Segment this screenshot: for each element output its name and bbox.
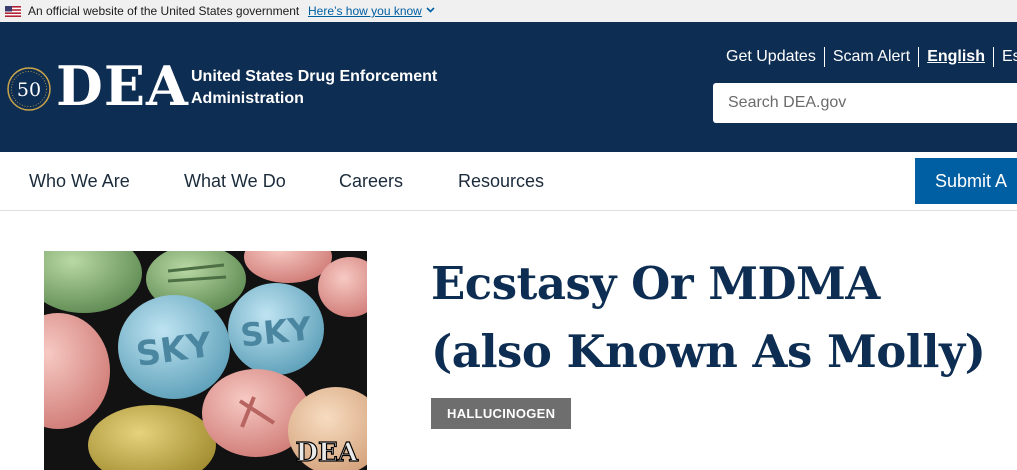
anniversary-seal-icon[interactable]: 50 (6, 66, 52, 112)
chevron-down-icon[interactable] (426, 7, 435, 13)
seal-number: 50 (17, 79, 41, 101)
gov-banner-text: An official website of the United States… (28, 4, 300, 18)
category-tag[interactable]: HALLUCINOGEN (431, 398, 572, 429)
search-input[interactable]: Search DEA.gov (713, 83, 1017, 123)
site-header: 50 DEA United States Drug Enforcement Ad… (0, 22, 1017, 152)
heres-how-you-know-link[interactable]: Here’s how you know (308, 4, 422, 18)
espanol-language-link[interactable]: Es (994, 46, 1017, 68)
page-title: Ecstasy Or MDMA (also Known As Molly) (431, 257, 986, 378)
agency-name[interactable]: United States Drug Enforcement Administr… (191, 66, 451, 110)
utility-links: Get Updates Scam Alert English Es (718, 46, 1017, 68)
main-nav: Who We Are What We Do Careers Resources … (0, 152, 1017, 211)
nav-item-who-we-are[interactable]: Who We Are (29, 171, 130, 192)
nav-item-resources[interactable]: Resources (458, 171, 544, 192)
dea-logo[interactable]: DEA (56, 54, 189, 118)
ecstasy-pills-photo: SKY SKY DEA (44, 251, 367, 470)
submit-tip-button[interactable]: Submit A (915, 158, 1017, 204)
get-updates-link[interactable]: Get Updates (718, 46, 824, 68)
nav-item-careers[interactable]: Careers (339, 171, 403, 192)
pill-imprint: SKY (239, 309, 314, 354)
us-flag-icon (5, 6, 21, 17)
english-language-link[interactable]: English (919, 46, 993, 68)
photo-watermark: DEA (295, 438, 358, 468)
gov-banner: An official website of the United States… (0, 0, 1017, 22)
nav-item-what-we-do[interactable]: What We Do (184, 171, 286, 192)
scam-alert-link[interactable]: Scam Alert (825, 46, 918, 68)
